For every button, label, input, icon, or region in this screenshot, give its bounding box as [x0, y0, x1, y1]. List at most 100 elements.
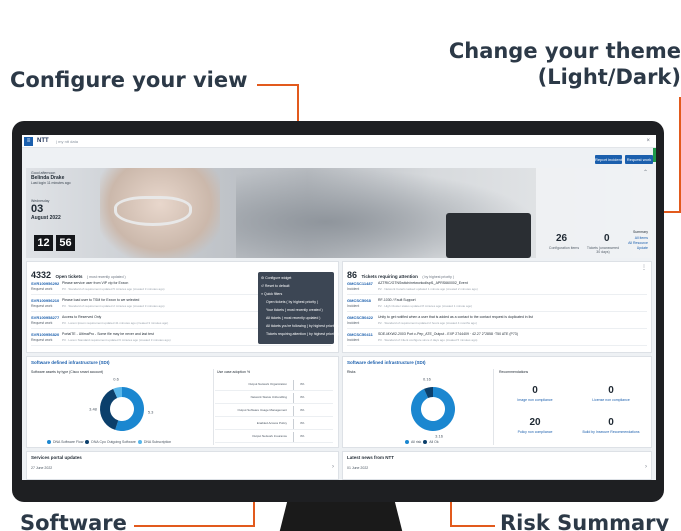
ticket-id[interactable]: GMCSC5068: [347, 298, 371, 303]
rec-image-label[interactable]: Image non compliance: [505, 398, 565, 402]
legend-swatch: [47, 440, 51, 445]
menu-item-filter[interactable]: Open tickets ( by highest priority ): [266, 300, 318, 304]
more-options-icon[interactable]: ⌃: [643, 169, 648, 176]
rec-image-value: 0: [532, 385, 538, 396]
portal-updates-title: Services portal updates: [31, 455, 82, 460]
list-item: Enabled Access Policy 3%: [215, 418, 333, 430]
rec-license-label[interactable]: License non compliance: [581, 398, 641, 402]
request-work-button[interactable]: Request work: [625, 155, 653, 164]
chevron-right-icon[interactable]: ›: [645, 464, 647, 470]
legend-swatch: [423, 440, 428, 445]
day-number: 03: [31, 203, 44, 215]
latest-news-panel: Latest news from NTT 01 June 2022 ›: [342, 451, 652, 480]
menu-item-filter[interactable]: All tickets ( most recently updated ): [266, 316, 320, 320]
stat-tickets-label: Tickets (unanswered 30 days): [586, 246, 620, 254]
menu-item-filter[interactable]: Your tickets ( most recently created ): [266, 308, 323, 312]
legend-label: All Ok: [429, 440, 439, 444]
menu-item-filter[interactable]: Tickets requiring attention ( by highest…: [266, 332, 339, 336]
callout-software: Software: [20, 511, 127, 531]
sdi-right-title: Software defined infrastructure (SDI): [347, 360, 426, 365]
callout-theme-line1: Change your theme: [448, 39, 681, 63]
adoption-name: Output Network Organization: [248, 382, 287, 386]
stat-tickets-value: 0: [604, 233, 610, 244]
legend-label: DNA Subscription: [143, 440, 172, 444]
hero-photo-monitor: [446, 213, 531, 258]
callout-line: [134, 525, 254, 527]
callout-theme-line2: (Light/Dark): [537, 65, 681, 89]
ticket-type: Incident: [347, 304, 360, 308]
menu-item-label: Configure widget: [265, 276, 292, 280]
ticket-title: AZTRIC/GTNSwitch/networkcdlspf1_APRS6600…: [378, 281, 468, 285]
sdi-software-panel: Software defined infrastructure (SDI) So…: [26, 356, 339, 448]
feedback-tab[interactable]: [653, 148, 656, 162]
ntt-logo: NTT: [37, 138, 49, 144]
rec-build-label[interactable]: Build by Insecure Recommendations: [581, 430, 641, 434]
greeting-block: Good afternoon Belinda Drake Last login …: [31, 171, 111, 221]
ticket-meta: P2 · High Cluster status updated 8 minut…: [378, 304, 473, 308]
adoption-value: 3%: [300, 421, 305, 425]
summary-label: Summary: [633, 230, 648, 234]
ticket-title: SDE-MXW2-2003 Port c-Pep_ATE_Output - EX…: [378, 332, 518, 336]
adoption-bar: [293, 380, 294, 390]
menu-icon[interactable]: ≡: [24, 137, 33, 146]
ticket-type: Incident: [347, 321, 360, 325]
chevron-right-icon[interactable]: ›: [332, 464, 334, 470]
stat-config-items-value: 26: [556, 233, 568, 244]
donut-slice: [99, 388, 119, 430]
ticket-id[interactable]: SVR100956292: [31, 281, 59, 286]
menu-item-quick-filters[interactable]: ≡ Quick filters: [261, 292, 282, 296]
link-update[interactable]: Update: [628, 246, 648, 251]
ticket-id[interactable]: SVR100956210: [31, 298, 59, 303]
adoption-value: 3%: [300, 434, 305, 438]
risk-legend: All risk All Ok: [405, 440, 439, 445]
ticket-meta: P2 · Network Ceteris tasked updated 1 mi…: [378, 287, 478, 291]
table-row[interactable]: GMCSC11487 Incident AZTRIC/GTNSwitch/net…: [347, 279, 647, 295]
adoption-bar: [293, 406, 294, 416]
logo-subtitle: | my ntt data: [56, 139, 78, 144]
recommendations-title: Recommendations: [499, 370, 529, 374]
more-options-icon[interactable]: ⋮: [641, 264, 647, 271]
donut-label: 0.16: [423, 377, 432, 382]
legend-label: All risk: [411, 440, 422, 444]
panel-divider: [493, 369, 494, 445]
ticket-id[interactable]: SVR100958277: [31, 315, 59, 320]
legend-swatch: [405, 440, 409, 445]
menu-item-configure-widget[interactable]: ⚙ Configure widget: [261, 276, 291, 280]
table-row[interactable]: GMCSC50411 Incident SDE-MXW2-2003 Port c…: [347, 330, 647, 346]
clock-minute: 56: [56, 235, 75, 251]
rec-license-value: 0: [608, 385, 614, 396]
adoption-title: Use case adoption %: [217, 370, 251, 374]
menu-item-filter[interactable]: All tickets you're following ( by highes…: [266, 324, 338, 328]
hero-photo-glasses: [114, 196, 192, 226]
adoption-bar: [293, 432, 294, 442]
list-item: Network Status Unbundling 3%: [215, 392, 333, 404]
dashboard-screen: ≡ NTT | my ntt data × Report incident Re…: [22, 135, 656, 480]
ticket-id[interactable]: GMCSC50422: [347, 315, 373, 320]
software-donut-chart: 5.3 3.48 0.6: [89, 377, 154, 431]
table-row[interactable]: GMCSC5068 Incident RF-1030 / Fault Suppo…: [347, 296, 647, 312]
legend-label: DNA Software Flow: [53, 440, 84, 444]
rec-policy-value: 20: [529, 417, 541, 428]
ticket-id[interactable]: GMCSC11487: [347, 281, 373, 286]
clock-hour: 12: [34, 235, 53, 251]
legend-label: DNA Cpo Outgoing Software: [91, 440, 136, 444]
portal-updates-date: 27 June 2022: [31, 466, 53, 470]
menu-item-reset-default[interactable]: ↺ Reset to default: [261, 284, 289, 288]
adoption-name: Output Network Insurance: [252, 434, 287, 438]
close-icon[interactable]: ×: [646, 138, 650, 144]
sdi-risk-panel: Software defined infrastructure (SDI) Ri…: [342, 356, 652, 448]
summary-links[interactable]: All items All Resource Update: [628, 236, 648, 251]
report-incident-button[interactable]: Report incident: [595, 155, 622, 164]
adoption-name: Enabled Access Policy: [256, 421, 287, 425]
configure-view-menu: ⚙ Configure widget ↺ Reset to default ≡ …: [258, 272, 339, 344]
table-row[interactable]: GMCSC50422 Incident Unity to get notifie…: [347, 313, 647, 329]
software-chart-title: Software assets by type (Cisco smart acc…: [31, 370, 104, 374]
ticket-id[interactable]: SVR100956820: [31, 332, 59, 337]
rec-policy-label[interactable]: Policy non compliance: [505, 430, 565, 434]
list-item: Output Network Insurance 3%: [215, 431, 333, 443]
ticket-type: Incident: [347, 338, 360, 342]
ticket-id[interactable]: GMCSC50411: [347, 332, 373, 337]
ticket-meta: P3 · Standard of Client configure since …: [378, 338, 478, 342]
page: Configure your view Change your theme (L…: [0, 0, 681, 531]
ticket-type: Request work: [31, 338, 53, 342]
